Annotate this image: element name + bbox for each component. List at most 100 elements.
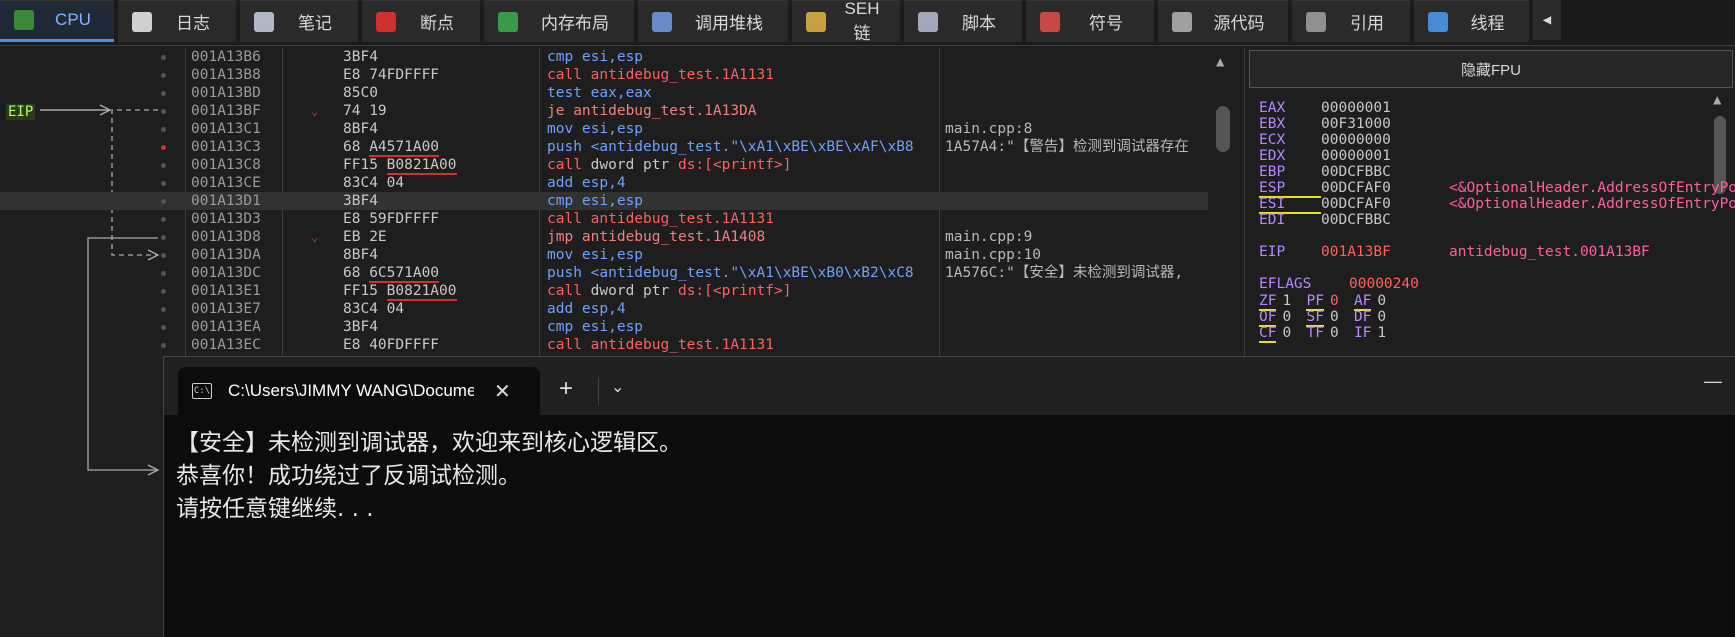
tab-seh-chain[interactable]: SEH链: [792, 0, 900, 43]
minimize-button[interactable]: —: [1704, 371, 1722, 392]
breakpoint-slot-icon[interactable]: [161, 55, 166, 60]
register-row[interactable]: EIP 001A13BF antidebug_test.001A13BF: [1259, 244, 1650, 260]
register-row[interactable]: EFLAGS 00000240: [1259, 276, 1477, 292]
breakpoint-slot-icon[interactable]: [161, 271, 166, 276]
disasm-row[interactable]: 001A13DC 68 6C571A00 push <antidebug_test.…: [0, 264, 1208, 283]
disasm-row[interactable]: 001A13D3 E8 59FDFFFF call antidebug_test.1…: [0, 210, 1208, 228]
register-value[interactable]: 00F31000: [1321, 116, 1449, 132]
register-value[interactable]: 00DCFAF0: [1321, 196, 1449, 212]
address: 001A13DA: [191, 247, 261, 263]
instruction-token: cmp esi,esp: [547, 49, 644, 65]
breakpoint-slot-icon[interactable]: [161, 181, 166, 186]
disasm-row[interactable]: 001A13D1 3BF4 cmp esi,esp: [0, 192, 1208, 210]
register-value[interactable]: 00000001: [1321, 148, 1449, 164]
terminal-window[interactable]: C:\ C:\Users\JIMMY WANG\Documents ✕ + ⌄ …: [163, 356, 1735, 637]
flag-value[interactable]: 0: [1324, 325, 1354, 341]
tab-call-stack[interactable]: 调用堆栈: [638, 0, 788, 42]
disasm-row[interactable]: 001A13C1 8BF4 mov esi,esp main.cpp:8: [0, 120, 1208, 138]
breakpoint-slot-icon[interactable]: [161, 289, 166, 294]
tab-cpu[interactable]: CPU: [0, 0, 114, 42]
instruction-token: test eax,eax: [547, 85, 652, 101]
disasm-row[interactable]: 001A13EA 3BF4 cmp esi,esp: [0, 318, 1208, 336]
register-value[interactable]: 00DCFAF0: [1321, 180, 1449, 196]
comment: 1A57A4:"【警告】检测到调试器存在: [945, 139, 1189, 155]
disasm-row[interactable]: 001A13DA 8BF4 mov esi,esp main.cpp:10: [0, 246, 1208, 264]
breakpoint-slot-icon[interactable]: [161, 73, 166, 78]
bytes-operand: A4571A00: [369, 139, 440, 157]
breakpoint-slot-icon[interactable]: [161, 163, 166, 168]
terminal-tab[interactable]: C:\ C:\Users\JIMMY WANG\Documents ✕: [178, 367, 540, 415]
disasm-row[interactable]: 001A13B6 3BF4 cmp esi,esp: [0, 48, 1208, 66]
register-value[interactable]: 00000000: [1321, 132, 1449, 148]
registers-scrollbar[interactable]: ▲: [1707, 92, 1731, 354]
disasm-row[interactable]: 001A13E7 83C4 04 add esp,4: [0, 300, 1208, 318]
register-row[interactable]: ESP 00DCFAF0 <&OptionalHeader.AddressOfEnt…: [1259, 180, 1735, 198]
scrollbar-thumb[interactable]: [1216, 106, 1230, 152]
breakpoint-slot-icon[interactable]: [161, 235, 166, 240]
register-row[interactable]: EAX 00000001: [1259, 100, 1449, 116]
disassembly-pane[interactable]: EIP 001A13B6 3BF4 cmp esi,esp 001A13B8 E8 74…: [0, 48, 1240, 356]
tab-label: 线程: [1470, 14, 1505, 33]
disasm-row[interactable]: 001A13BD 85C0 test eax,eax: [0, 84, 1208, 102]
tab-threads[interactable]: 线程: [1414, 0, 1529, 42]
register-row[interactable]: ESI 00DCFAF0 <&OptionalHeader.AddressOfEnt…: [1259, 196, 1735, 214]
register-value[interactable]: 00000240: [1349, 276, 1477, 292]
tab-scroll-left-icon[interactable]: ◀: [1533, 0, 1561, 40]
register-row[interactable]: EBX 00F31000: [1259, 116, 1449, 132]
disasm-row[interactable]: 001A13C8 FF15 B0821A00 call dword ptr ds:[…: [0, 156, 1208, 175]
breakpoint-slot-icon[interactable]: [161, 109, 166, 114]
registers-pane[interactable]: 隐藏FPU ▲ EAX 00000001 EBX 00F31000 ECX 0000000…: [1244, 48, 1735, 356]
disasm-row[interactable]: 001A13E1 FF15 B0821A00 call dword ptr ds:[…: [0, 282, 1208, 301]
flag-value[interactable]: 0: [1371, 309, 1401, 325]
tab-script[interactable]: 脚本: [904, 0, 1022, 42]
register-value[interactable]: 00DCFBBC: [1321, 212, 1449, 228]
flag-value[interactable]: 1: [1276, 293, 1306, 309]
breakpoint-slot-icon[interactable]: [161, 325, 166, 330]
register-row[interactable]: EDI 00DCFBBC: [1259, 212, 1449, 228]
breakpoint-slot-icon[interactable]: [161, 199, 166, 204]
breakpoint-slot-icon[interactable]: [161, 253, 166, 258]
breakpoint-slot-icon[interactable]: [161, 91, 166, 96]
breakpoint-slot-icon[interactable]: [161, 307, 166, 312]
cpu-icon: [14, 10, 34, 30]
disasm-scrollbar[interactable]: ▲: [1213, 54, 1235, 354]
tab-references[interactable]: 引用: [1292, 0, 1410, 42]
breakpoint-slot-icon[interactable]: [161, 127, 166, 132]
register-value[interactable]: 00DCFBBC: [1321, 164, 1449, 180]
flag-value[interactable]: 0: [1276, 325, 1306, 341]
breakpoint-slot-icon[interactable]: [161, 217, 166, 222]
tab-notes[interactable]: 笔记: [240, 0, 358, 42]
breakpoint-icon[interactable]: [161, 145, 166, 150]
disasm-row[interactable]: 001A13BF ⌄ 74 19 je antidebug_test.1A13DA: [0, 102, 1208, 120]
flag-value[interactable]: 1: [1371, 325, 1401, 341]
disasm-margin-lower: [0, 356, 163, 637]
tab-source-code[interactable]: 源代码: [1158, 0, 1288, 42]
flag-value[interactable]: 0: [1324, 293, 1354, 309]
instruction-token: jmp antidebug_test.1A1408: [547, 229, 766, 245]
disasm-row[interactable]: 001A13D8 ⌄ EB 2E jmp antidebug_test.1A1408 m…: [0, 228, 1208, 246]
disasm-row[interactable]: 001A13CE 83C4 04 add esp,4: [0, 174, 1208, 192]
close-tab-icon[interactable]: ✕: [494, 379, 511, 404]
scroll-up-icon[interactable]: ▲: [1713, 92, 1721, 108]
register-row[interactable]: ECX 00000000: [1259, 132, 1449, 148]
tab-symbols[interactable]: 符号: [1026, 0, 1154, 42]
scroll-up-icon[interactable]: ▲: [1216, 54, 1224, 70]
disasm-row[interactable]: 001A13EC E8 40FDFFFF call antidebug_test.1…: [0, 336, 1208, 354]
flag-value[interactable]: 0: [1371, 293, 1401, 309]
tab-log[interactable]: 日志: [118, 0, 236, 42]
hide-fpu-button[interactable]: 隐藏FPU: [1249, 50, 1733, 88]
chevron-down-icon[interactable]: ⌄: [611, 377, 624, 396]
disasm-row[interactable]: 001A13B8 E8 74FDFFFF call antidebug_test.1…: [0, 66, 1208, 84]
tab-breakpoint[interactable]: 断点: [362, 0, 480, 42]
disasm-row[interactable]: 001A13C3 68 A4571A00 push <antidebug_test.…: [0, 138, 1208, 157]
tab-memory-map[interactable]: 内存布局: [484, 0, 634, 42]
register-value[interactable]: 00000001: [1321, 100, 1449, 116]
breakpoint-slot-icon[interactable]: [161, 343, 166, 348]
register-row[interactable]: EBP 00DCFBBC: [1259, 164, 1449, 180]
register-row[interactable]: EDX 00000001: [1259, 148, 1449, 164]
register-value[interactable]: 001A13BF: [1321, 244, 1449, 260]
new-tab-button[interactable]: +: [559, 375, 573, 403]
flag-value[interactable]: 0: [1324, 309, 1354, 325]
bytes-opcode: FF15: [343, 283, 387, 299]
flag-value[interactable]: 0: [1276, 309, 1306, 325]
